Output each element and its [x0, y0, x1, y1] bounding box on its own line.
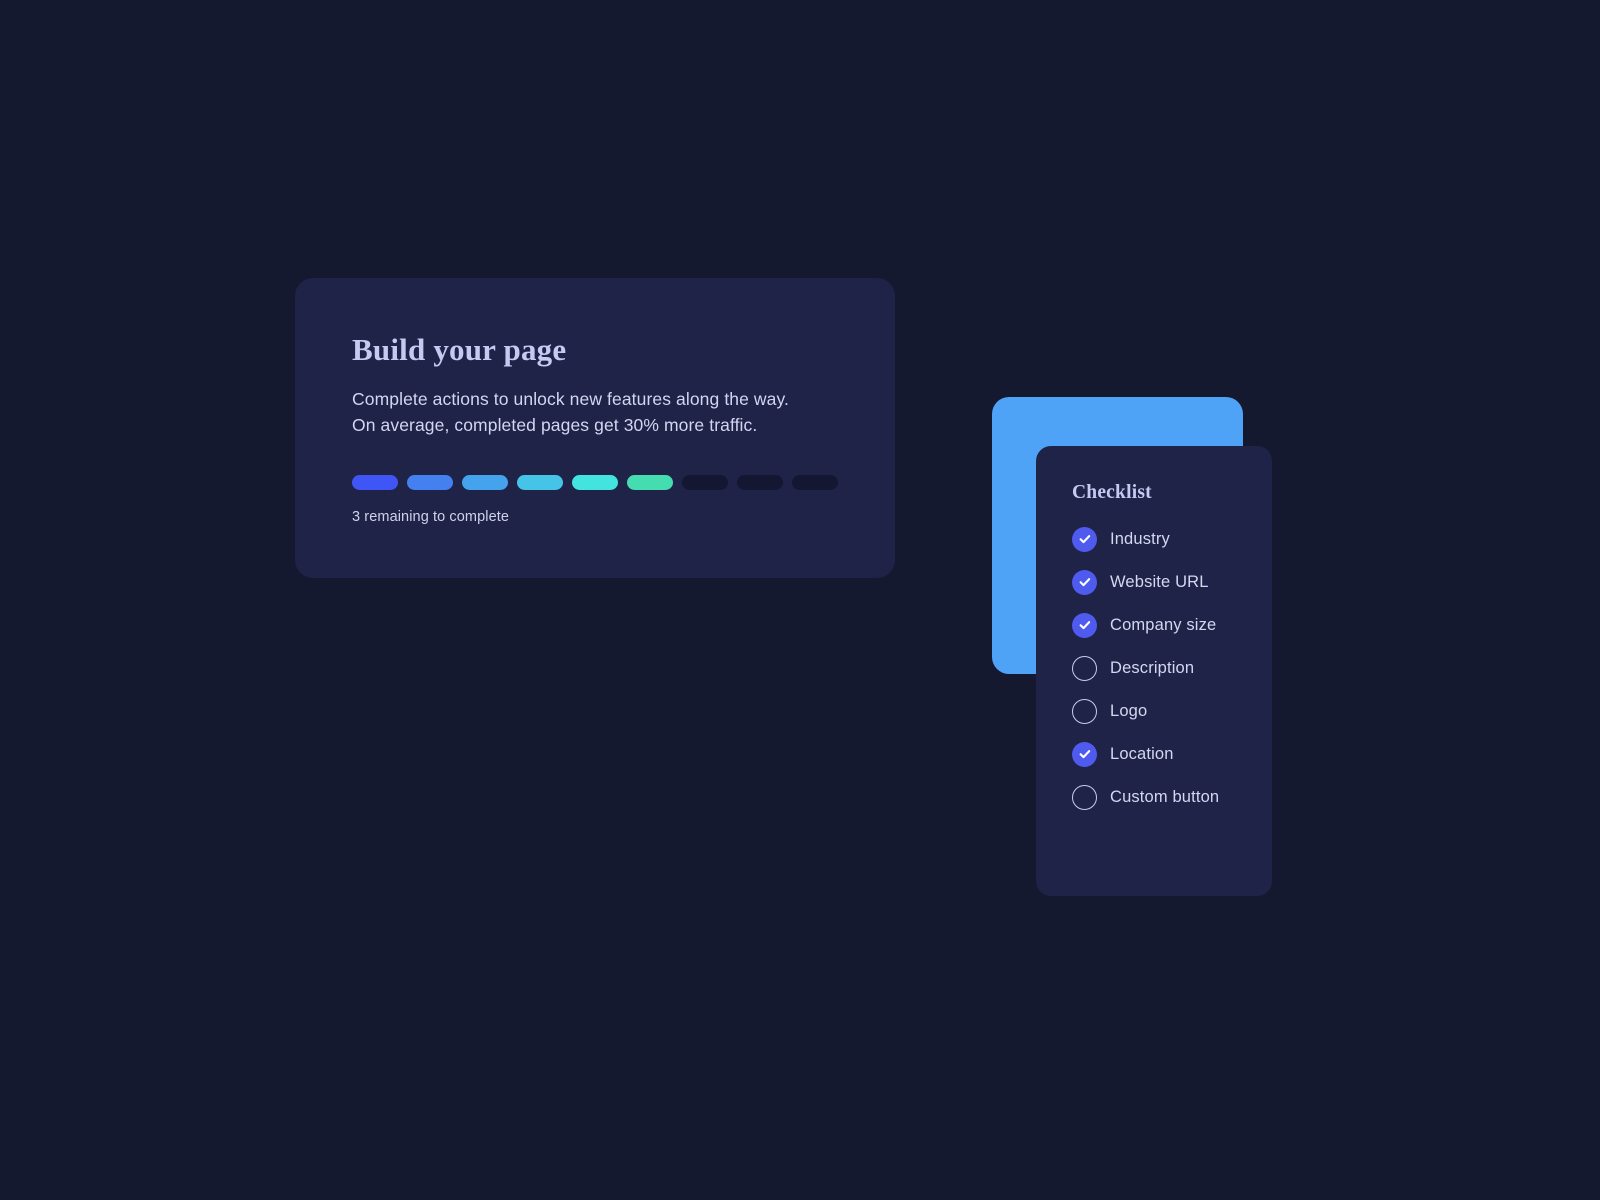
- checklist-item-label: Logo: [1110, 701, 1148, 720]
- progress-segment-complete: [572, 475, 618, 491]
- checklist-item[interactable]: Custom button: [1072, 784, 1258, 810]
- description-line-2: On average, completed pages get 30% more…: [352, 415, 758, 436]
- checklist-item[interactable]: Website URL: [1072, 569, 1258, 595]
- check-icon[interactable]: [1072, 526, 1097, 552]
- checklist-item[interactable]: Description: [1072, 655, 1258, 681]
- page-title: Build your page: [352, 332, 567, 367]
- progress-segment-complete: [517, 475, 563, 491]
- checklist-item-label: Industry: [1110, 529, 1170, 548]
- build-card-description: Complete actions to unlock new features …: [352, 386, 855, 440]
- check-icon[interactable]: [1072, 612, 1097, 638]
- description-line-1: Complete actions to unlock new features …: [352, 388, 789, 409]
- checklist-item[interactable]: Company size: [1072, 612, 1258, 638]
- checklist-items: Industry Website URL Company size Descripti…: [1072, 526, 1258, 810]
- progress-segment-complete: [627, 475, 673, 491]
- checklist-item-label: Custom button: [1110, 787, 1220, 806]
- checklist-item[interactable]: Location: [1072, 741, 1258, 767]
- progress-segment-complete: [352, 475, 398, 491]
- checklist-item[interactable]: Industry: [1072, 526, 1258, 552]
- progress-segment-incomplete: [682, 475, 728, 491]
- progress-segment-complete: [407, 475, 453, 491]
- app-stage: Build your page Complete actions to unlo…: [0, 0, 1600, 1200]
- empty-circle-icon[interactable]: [1072, 784, 1097, 810]
- progress-segment-complete: [462, 475, 508, 491]
- empty-circle-icon[interactable]: [1072, 698, 1097, 724]
- checklist-item[interactable]: Logo: [1072, 698, 1258, 724]
- checklist-content: Checklist Industry Website URL Company siz…: [1072, 482, 1258, 810]
- progress-segment-incomplete: [737, 475, 783, 491]
- progress-segment-incomplete: [792, 475, 838, 491]
- check-icon[interactable]: [1072, 741, 1097, 767]
- progress-segment-track: [352, 475, 855, 491]
- build-card-content: Build your page Complete actions to unlo…: [352, 332, 855, 525]
- checklist-item-label: Company size: [1110, 615, 1217, 634]
- checklist-item-label: Description: [1110, 658, 1195, 677]
- checklist-item-label: Website URL: [1110, 572, 1209, 591]
- empty-circle-icon[interactable]: [1072, 655, 1097, 681]
- progress-caption: 3 remaining to complete: [352, 509, 510, 526]
- check-icon[interactable]: [1072, 569, 1097, 595]
- checklist-title: Checklist: [1072, 482, 1152, 503]
- checklist-card: Checklist Industry Website URL Company siz…: [1036, 446, 1272, 896]
- checklist-item-label: Location: [1110, 744, 1174, 763]
- build-your-page-card: Build your page Complete actions to unlo…: [295, 278, 895, 578]
